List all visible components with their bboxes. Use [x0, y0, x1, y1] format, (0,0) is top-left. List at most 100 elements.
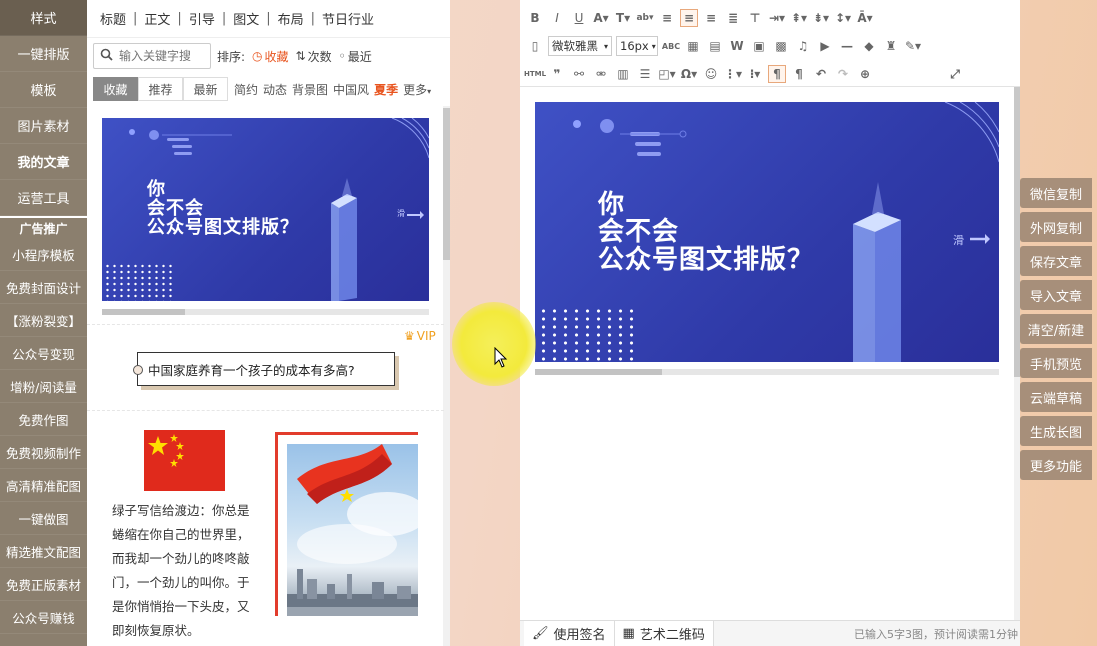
template-banner-card[interactable]: 你 会不会 公众号图文排版？ 滑 [102, 118, 429, 301]
clear-new-button[interactable]: 清空/新建 [1020, 314, 1092, 344]
sidebar-ad-item[interactable]: 小程序模板 [0, 238, 87, 271]
wechat-copy-button[interactable]: 微信复制 [1020, 178, 1092, 208]
sidebar-ad-item[interactable]: 免费正版素材 [0, 568, 87, 601]
panel-scrollbar-thumb[interactable] [443, 108, 450, 260]
filter-link-summer[interactable]: 夏季 [374, 81, 398, 98]
sidebar-ad-item[interactable]: 免费作图 [0, 403, 87, 436]
filter-more-dropdown[interactable]: 更多▾ [403, 81, 431, 98]
sidebar-ad-item[interactable]: 一键做图 [0, 502, 87, 535]
search-box[interactable] [93, 43, 211, 69]
sidebar-item-style[interactable]: 样式 [0, 0, 87, 36]
paragraph-format-icon[interactable]: ▯ [526, 37, 544, 55]
font-family-select[interactable]: 微软雅黑 ▾ [548, 36, 612, 56]
import-article-button[interactable]: 导入文章 [1020, 280, 1092, 310]
ltr-icon[interactable]: ¶ [768, 65, 786, 83]
sort-favorites[interactable]: ◷ 收藏 [252, 48, 289, 65]
unordered-list-icon[interactable]: ⁝▾ [746, 65, 764, 83]
long-image-button[interactable]: 生成长图 [1020, 416, 1092, 446]
indent-top-icon[interactable]: ⊤ [746, 9, 764, 27]
font-size-select[interactable]: 16px ▾ [616, 36, 658, 56]
mobile-preview-button[interactable]: 手机预览 [1020, 348, 1092, 378]
filter-link-background[interactable]: 背景图 [292, 81, 328, 98]
sort-count[interactable]: ⇅ 次数 [296, 48, 332, 65]
find-replace-icon[interactable]: ⊕ [856, 65, 874, 83]
align-center-icon[interactable]: ≡ [680, 9, 698, 27]
align-justify-icon[interactable]: ≣ [724, 9, 742, 27]
sidebar-ad-item[interactable]: 免费视频制作 [0, 436, 87, 469]
underline-icon[interactable]: U [570, 9, 588, 27]
bold-icon[interactable]: B [526, 9, 544, 27]
filter-link-simple[interactable]: 简约 [234, 81, 258, 98]
format-brush-icon[interactable]: ab▾ [636, 9, 654, 27]
sidebar-item-ops-tools[interactable]: 运营工具 [0, 180, 87, 216]
fullscreen-icon[interactable]: ⤢ [946, 65, 964, 83]
align-left-icon[interactable]: ≡ [658, 9, 676, 27]
sidebar-ad-item[interactable]: 增粉/阅读量 [0, 370, 87, 403]
magic-wand-icon[interactable]: ✎▾ [904, 37, 922, 55]
special-char-icon[interactable]: Ω▾ [680, 65, 698, 83]
undo-icon[interactable]: ↶ [812, 65, 830, 83]
font-color-icon[interactable]: A▾ [592, 9, 610, 27]
format-painter-icon[interactable]: ♜ [882, 37, 900, 55]
template-icon[interactable]: ▥ [614, 65, 632, 83]
image-icon[interactable]: ▣ [750, 37, 768, 55]
external-copy-button[interactable]: 外网复制 [1020, 212, 1092, 242]
tab-image-text[interactable]: 图文 [226, 9, 266, 28]
filter-favorites-button[interactable]: 收藏 [93, 77, 138, 101]
art-qrcode-button[interactable]: ▦ 艺术二维码 [614, 620, 714, 646]
filter-link-chinese-style[interactable]: 中国风 [333, 81, 369, 98]
html-source-icon[interactable]: HTML [524, 65, 546, 83]
row-spacing-top-icon[interactable]: ⇞▾ [790, 9, 808, 27]
sidebar-ad-item[interactable]: 精选推文配图 [0, 535, 87, 568]
sidebar-item-my-articles[interactable]: 我的文章 [0, 144, 87, 180]
redo-icon[interactable]: ↷ [834, 65, 852, 83]
unlink-icon[interactable]: ⚮ [592, 65, 610, 83]
tab-holiday-industry[interactable]: 节日行业 [315, 9, 381, 28]
sidebar-item-one-click-layout[interactable]: 一键排版 [0, 36, 87, 72]
link-icon[interactable]: ⚯ [570, 65, 588, 83]
preview-icon[interactable]: ▤ [706, 37, 724, 55]
multi-image-icon[interactable]: ▩ [772, 37, 790, 55]
tab-title[interactable]: 标题 [93, 9, 133, 28]
use-signature-button[interactable]: 🖌 使用签名 [524, 620, 615, 646]
tab-body[interactable]: 正文 [137, 9, 177, 28]
sidebar-item-image-assets[interactable]: 图片素材 [0, 108, 87, 144]
filter-latest-button[interactable]: 最新 [183, 77, 228, 101]
strikethrough-icon[interactable]: ABC [662, 37, 680, 55]
indent-icon[interactable]: ⇥▾ [768, 9, 786, 27]
align-right-icon[interactable]: ≡ [702, 9, 720, 27]
sidebar-item-templates[interactable]: 模板 [0, 72, 87, 108]
music-icon[interactable]: ♫ [794, 37, 812, 55]
sidebar-ad-item[interactable]: 高清精准配图 [0, 469, 87, 502]
tab-layout[interactable]: 布局 [271, 9, 311, 28]
editor-banner-image[interactable]: 你 会不会 公众号图文排版？ 滑 [535, 102, 999, 362]
video-icon[interactable]: ▶ [816, 37, 834, 55]
horizontal-line-icon[interactable]: — [838, 37, 856, 55]
sidebar-ad-item[interactable]: 公众号变现 [0, 337, 87, 370]
sidebar-ad-item[interactable]: 【涨粉裂变】 [0, 304, 87, 337]
emoji-icon[interactable]: ☺ [702, 65, 720, 83]
cloud-draft-button[interactable]: 云端草稿 [1020, 382, 1092, 412]
search-input[interactable] [119, 49, 204, 63]
clear-format-icon[interactable]: Ā▾ [856, 9, 874, 27]
rtl-icon[interactable]: ¶ [790, 65, 808, 83]
save-article-button[interactable]: 保存文章 [1020, 246, 1092, 276]
ordered-list-icon[interactable]: ⋮▾ [724, 65, 742, 83]
eraser-icon[interactable]: ◆ [860, 37, 878, 55]
tab-guide[interactable]: 引导 [182, 9, 222, 28]
editor-banner-hscroll[interactable] [535, 369, 999, 375]
sidebar-ad-item[interactable]: 免费封面设计 [0, 271, 87, 304]
more-features-button[interactable]: 更多功能 [1020, 450, 1092, 480]
filter-link-animated[interactable]: 动态 [263, 81, 287, 98]
table-icon[interactable]: ▦ [684, 37, 702, 55]
question-title-card[interactable]: 中国家庭养育一个孩子的成本有多高? [133, 352, 395, 386]
sort-recent[interactable]: ◦ 最近 [339, 48, 372, 65]
insert-frame-icon[interactable]: ◰▾ [658, 65, 676, 83]
italic-icon[interactable]: I [548, 9, 566, 27]
sidebar-ad-item[interactable]: 公众号赚钱 [0, 601, 87, 634]
line-height-icon[interactable]: ↕▾ [834, 9, 852, 27]
quote-icon[interactable]: ❞ [548, 65, 566, 83]
row-spacing-bottom-icon[interactable]: ⇟▾ [812, 9, 830, 27]
paragraph-icon[interactable]: ☰ [636, 65, 654, 83]
font-bg-color-icon[interactable]: T▾ [614, 9, 632, 27]
